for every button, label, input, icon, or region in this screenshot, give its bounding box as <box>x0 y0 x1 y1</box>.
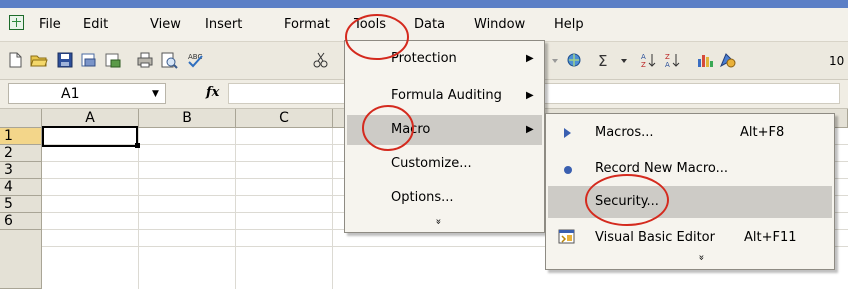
column-header-b[interactable]: B <box>139 109 236 128</box>
zoom-value-partial[interactable]: 10 <box>829 54 844 68</box>
tools-menu-label: Customize... <box>391 156 472 171</box>
insert-function-icon[interactable]: fx <box>206 85 219 100</box>
hyperlink-icon[interactable] <box>566 51 584 69</box>
title-strip <box>0 0 848 8</box>
menu-tools[interactable]: Tools <box>354 17 386 32</box>
row-header-4[interactable]: 4 <box>0 179 42 196</box>
macro-submenu-item-security[interactable]: Security... <box>548 186 832 218</box>
print-icon[interactable] <box>136 51 154 69</box>
expand-menu-icon[interactable]: » <box>696 254 707 260</box>
print-preview-icon[interactable] <box>160 51 178 69</box>
shortcut-label: Alt+F11 <box>744 230 797 245</box>
toolbar-dropdown-icon[interactable] <box>546 51 564 69</box>
row-header-3[interactable]: 3 <box>0 162 42 179</box>
grid-line <box>332 128 333 289</box>
menu-bar: File Edit View Insert Format Tools Data … <box>0 8 848 42</box>
menu-edit[interactable]: Edit <box>83 17 108 32</box>
active-cell-a1[interactable] <box>42 126 138 147</box>
name-box[interactable]: A1 ▼ <box>8 83 166 104</box>
tools-menu-item-protection[interactable]: Protection ▶ <box>347 44 542 74</box>
submenu-arrow-icon: ▶ <box>526 53 534 64</box>
fill-handle[interactable] <box>135 143 140 148</box>
submenu-arrow-icon: ▶ <box>526 124 534 135</box>
autosum-dropdown-icon[interactable] <box>615 51 633 69</box>
vb-editor-icon <box>558 228 576 250</box>
tools-menu-label: Macro <box>391 122 431 137</box>
svg-text:A: A <box>665 61 670 69</box>
macro-submenu-item-macros[interactable]: Macros... Alt+F8 <box>548 117 832 149</box>
select-all-corner[interactable] <box>0 109 42 128</box>
chart-wizard-icon[interactable] <box>696 51 714 69</box>
shortcut-label: Alt+F8 <box>740 125 785 140</box>
drawing-icon[interactable] <box>718 51 736 69</box>
tools-menu-label: Formula Auditing <box>391 88 502 103</box>
autosum-icon[interactable]: Σ <box>595 51 613 69</box>
submenu-arrow-icon: ▶ <box>526 90 534 101</box>
macro-submenu: Macros... Alt+F8 Record New Macro... Sec… <box>545 113 835 270</box>
autosum-symbol: Σ <box>598 52 607 69</box>
open-icon[interactable] <box>30 51 48 69</box>
row-header-1[interactable]: 1 <box>0 128 42 145</box>
sort-descending-icon[interactable]: ZA <box>664 51 682 69</box>
macro-submenu-item-vb-editor[interactable]: Visual Basic Editor Alt+F11 <box>548 222 832 254</box>
play-icon <box>563 127 573 143</box>
menu-format[interactable]: Format <box>284 17 330 32</box>
cut-icon[interactable] <box>312 51 330 69</box>
menu-file[interactable]: File <box>39 17 61 32</box>
menu-help[interactable]: Help <box>554 17 584 32</box>
tools-menu-label: Protection <box>391 51 457 66</box>
spelling-icon[interactable]: ABC <box>186 51 204 69</box>
grid-line <box>235 128 236 289</box>
menu-insert[interactable]: Insert <box>205 17 242 32</box>
grid-line <box>138 128 139 289</box>
email-icon[interactable] <box>104 51 122 69</box>
row-header-6[interactable]: 6 <box>0 213 42 230</box>
row-header-2[interactable]: 2 <box>0 145 42 162</box>
macro-submenu-label: Macros... <box>595 125 654 140</box>
macro-submenu-label: Visual Basic Editor <box>595 230 715 245</box>
tools-menu-item-customize[interactable]: Customize... <box>347 149 542 179</box>
new-icon[interactable] <box>6 51 24 69</box>
tools-menu-item-options[interactable]: Options... <box>347 183 542 213</box>
expand-menu-icon[interactable]: » <box>433 218 444 224</box>
svg-text:A: A <box>641 53 646 61</box>
sort-ascending-icon[interactable]: AZ <box>640 51 658 69</box>
menu-window[interactable]: Window <box>474 17 525 32</box>
svg-text:Z: Z <box>665 53 670 61</box>
tools-dropdown-menu: Protection ▶ Formula Auditing ▶ Macro ▶ … <box>344 40 545 233</box>
menu-data[interactable]: Data <box>414 17 445 32</box>
tools-menu-label: Options... <box>391 190 454 205</box>
macro-submenu-label: Record New Macro... <box>595 161 729 176</box>
macro-submenu-item-record[interactable]: Record New Macro... <box>548 153 832 185</box>
name-box-value: A1 <box>61 86 80 102</box>
menu-view[interactable]: View <box>150 17 181 32</box>
row-header-5[interactable]: 5 <box>0 196 42 213</box>
svg-text:Z: Z <box>641 61 646 69</box>
tools-menu-item-macro[interactable]: Macro ▶ <box>347 115 542 145</box>
row-header-rest[interactable] <box>0 230 42 289</box>
chevron-down-icon[interactable]: ▼ <box>152 89 159 99</box>
excel-app-icon[interactable] <box>9 15 24 30</box>
macro-submenu-label: Security... <box>595 194 659 209</box>
save-icon[interactable] <box>56 51 74 69</box>
permission-icon[interactable] <box>80 51 98 69</box>
tools-menu-item-formula-auditing[interactable]: Formula Auditing ▶ <box>347 81 542 111</box>
record-icon <box>563 164 573 179</box>
column-header-c[interactable]: C <box>236 109 333 128</box>
